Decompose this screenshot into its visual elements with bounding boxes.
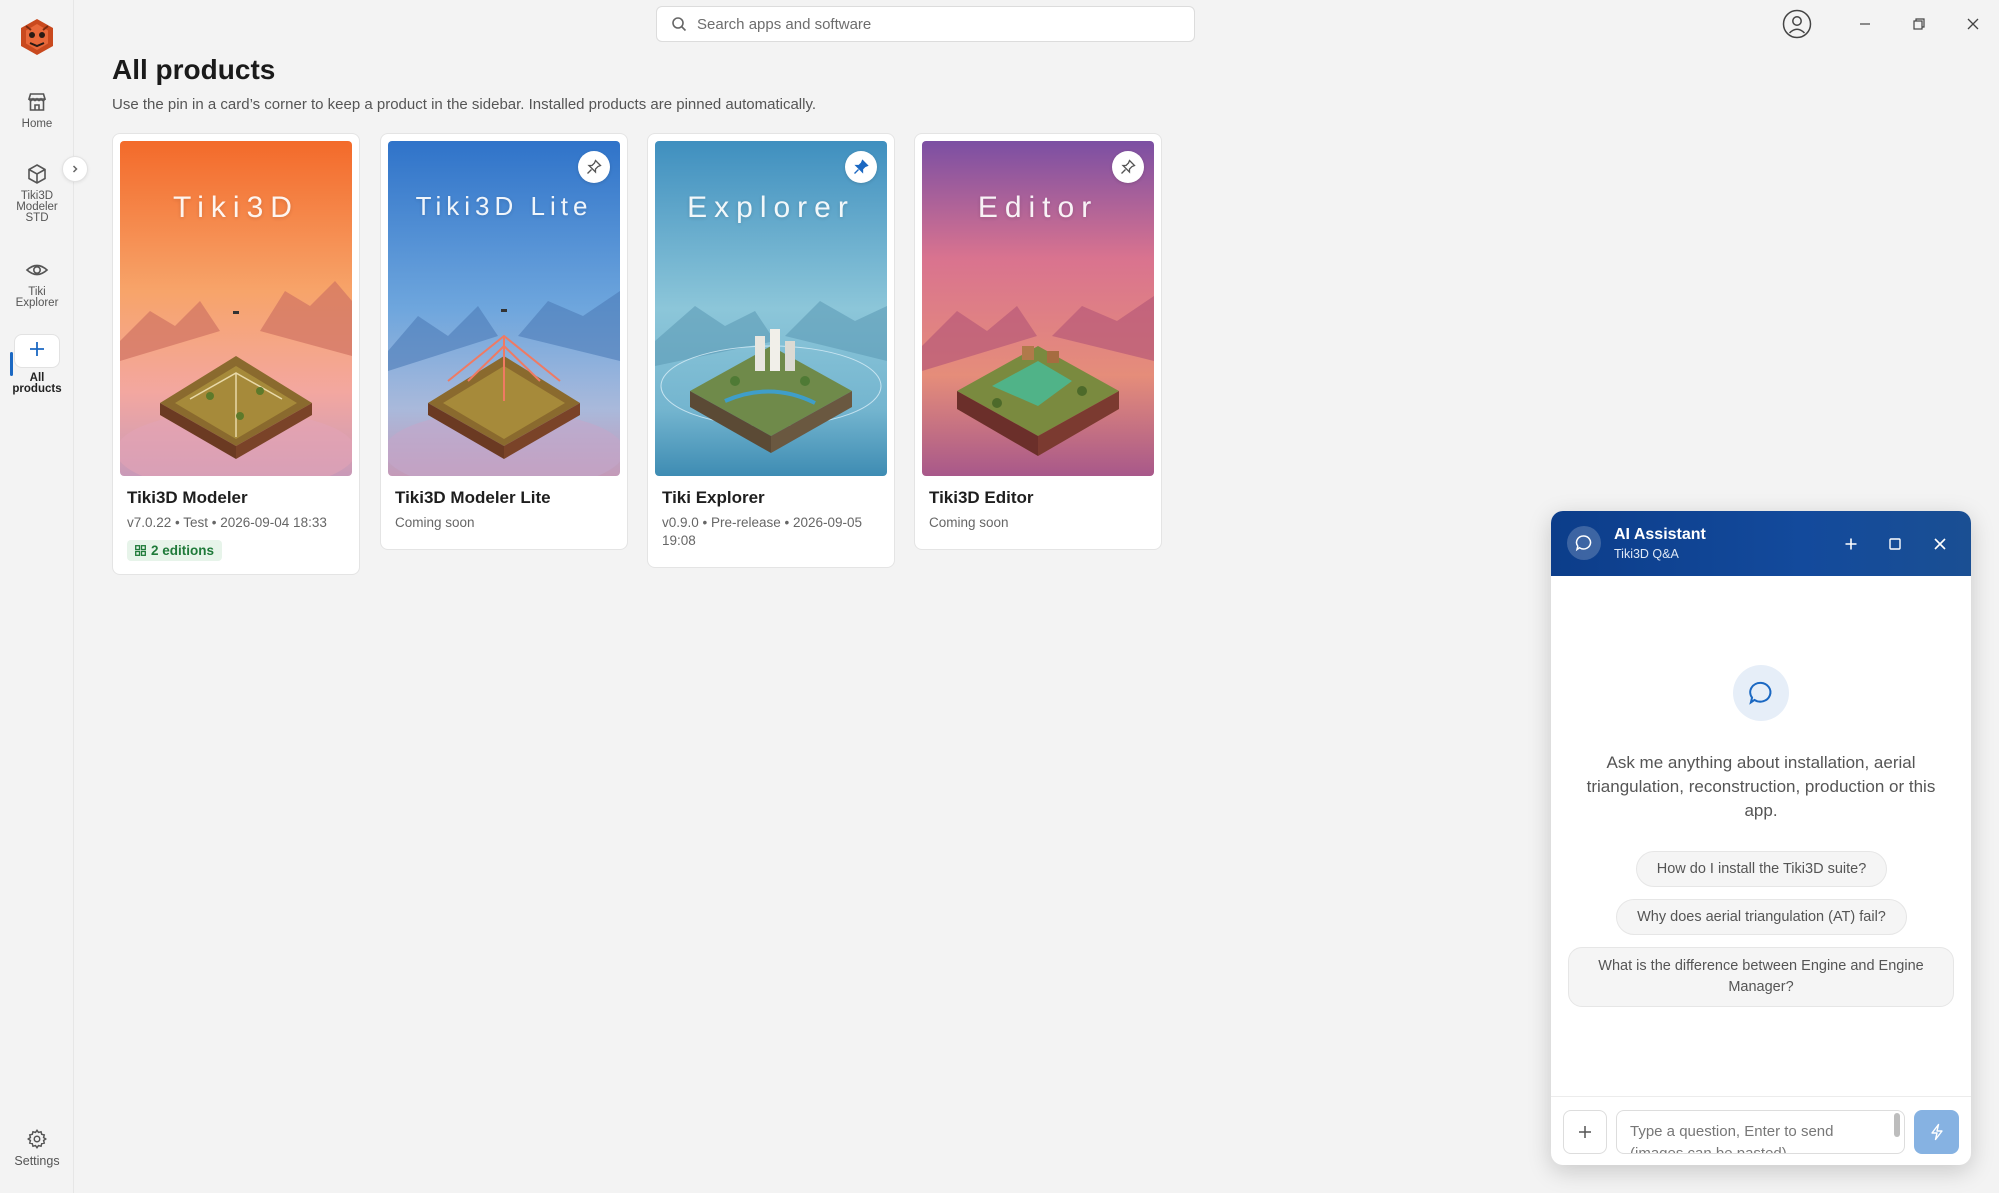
ai-intro-text: Ask me anything about installation, aeri… <box>1586 753 1936 820</box>
sidebar: Home Tiki3D Modeler STD Tiki Explorer Al… <box>0 0 88 1193</box>
sidebar-item-label: Tiki3D Modeler STD <box>16 190 58 224</box>
new-chat-button[interactable] <box>1836 529 1866 559</box>
product-card-tiki3d-modeler[interactable]: Tiki3D Tiki3D Modeler v7.0.22 • Test • 2… <box>112 133 360 575</box>
product-art-title: Explorer <box>687 191 855 224</box>
gear-icon <box>27 1129 47 1149</box>
close-icon <box>1934 538 1946 550</box>
ai-assistant-subtitle: Tiki3D Q&A <box>1614 547 1679 561</box>
product-artwork: Tiki3D <box>120 141 352 476</box>
plus-icon <box>1845 538 1857 550</box>
product-art-title: Tiki3D <box>173 191 299 224</box>
product-card-tiki3d-editor[interactable]: Editor Tiki3D Editor Coming soon <box>914 133 1162 550</box>
product-name: Tiki3D Modeler Lite <box>395 488 551 507</box>
account-button[interactable] <box>1777 6 1817 42</box>
product-artwork: Tiki3D Lite <box>388 141 620 476</box>
cube-icon <box>28 164 46 184</box>
product-name: Tiki Explorer <box>662 488 765 507</box>
search-bar[interactable] <box>656 6 1195 42</box>
close-panel-button[interactable] <box>1925 529 1955 559</box>
product-name: Tiki3D Modeler <box>127 488 248 507</box>
product-artwork: Editor <box>922 141 1154 476</box>
pin-button[interactable] <box>845 151 877 183</box>
product-meta: v0.9.0 • Pre-release • 2026-09-05 19:08 <box>662 515 863 548</box>
restore-icon <box>1913 18 1925 30</box>
maximize-panel-button[interactable] <box>1880 529 1910 559</box>
chevron-right-icon <box>72 165 78 173</box>
chat-icon <box>1567 526 1601 560</box>
product-meta: Coming soon <box>395 515 475 530</box>
ai-assistant-title: AI Assistant <box>1614 526 1706 543</box>
sidebar-expand-button[interactable] <box>62 156 88 182</box>
user-circle-icon <box>1782 9 1812 39</box>
sidebar-item-all-products[interactable]: All products <box>0 334 74 395</box>
input-scrollbar[interactable] <box>1894 1113 1900 1137</box>
pin-button[interactable] <box>578 151 610 183</box>
settings-label: Settings <box>14 1154 60 1168</box>
lightning-icon <box>1930 1123 1943 1141</box>
plus-icon <box>30 341 44 356</box>
close-icon <box>1967 18 1979 30</box>
product-name: Tiki3D Editor <box>929 488 1034 507</box>
product-meta: Coming soon <box>929 515 1009 530</box>
ai-assistant-panel: AI Assistant Tiki3D Q&A Ask me anything … <box>1551 511 1971 1165</box>
sidebar-item-tiki-explorer[interactable]: Tiki Explorer <box>0 258 74 309</box>
sidebar-item-home[interactable]: Home <box>0 90 74 130</box>
pin-filled-icon <box>854 159 869 174</box>
product-art-title: Tiki3D Lite <box>415 191 593 221</box>
suggestion-chip[interactable]: How do I install the Tiki3D suite? <box>1636 851 1887 887</box>
pin-outline-icon <box>587 159 602 174</box>
page-title: All products <box>112 54 276 85</box>
search-icon <box>672 17 687 32</box>
editions-badge[interactable]: 2 editions <box>127 540 223 561</box>
question-input[interactable] <box>1616 1110 1905 1154</box>
pin-outline-icon <box>1121 159 1136 174</box>
editions-badge-label: 2 editions <box>151 543 215 558</box>
send-button[interactable] <box>1914 1110 1959 1154</box>
suggestion-chip[interactable]: Why does aerial triangulation (AT) fail? <box>1616 899 1907 935</box>
ai-assistant-header: AI Assistant Tiki3D Q&A <box>1551 511 1971 576</box>
page-subtitle: Use the pin in a card’s corner to keep a… <box>112 96 817 113</box>
store-icon <box>27 93 47 111</box>
chat-bubble-icon <box>1733 665 1789 721</box>
ai-divider <box>1551 1096 1971 1097</box>
suggestion-chip[interactable]: What is the difference between Engine an… <box>1568 947 1954 1007</box>
search-input[interactable] <box>697 15 1177 33</box>
close-window-button[interactable] <box>1953 6 1993 42</box>
product-art-title: Editor <box>977 191 1099 224</box>
eye-icon <box>25 264 49 276</box>
product-meta: v7.0.22 • Test • 2026-09-04 18:33 <box>127 515 327 530</box>
app-logo <box>17 17 57 57</box>
pin-button[interactable] <box>1112 151 1144 183</box>
restore-button[interactable] <box>1899 6 1939 42</box>
minimize-button[interactable] <box>1845 6 1885 42</box>
product-card-tiki-explorer[interactable]: Explorer Tiki Explorer v0.9.0 • Pre-rele… <box>647 133 895 568</box>
attach-button[interactable] <box>1563 1110 1607 1154</box>
product-card-tiki3d-modeler-lite[interactable]: Tiki3D Lite Tiki3D Modeler Lite Coming s… <box>380 133 628 550</box>
grid-icon <box>135 545 146 556</box>
minimize-icon <box>1860 23 1870 25</box>
plus-icon <box>1579 1126 1591 1138</box>
maximize-icon <box>1889 538 1901 550</box>
product-artwork: Explorer <box>655 141 887 476</box>
sidebar-item-settings[interactable]: Settings <box>0 1128 74 1168</box>
sidebar-item-label: All products <box>12 372 62 395</box>
add-product-box <box>14 334 60 368</box>
sidebar-item-label: Tiki Explorer <box>15 286 59 309</box>
sidebar-item-label: Home <box>21 118 53 130</box>
